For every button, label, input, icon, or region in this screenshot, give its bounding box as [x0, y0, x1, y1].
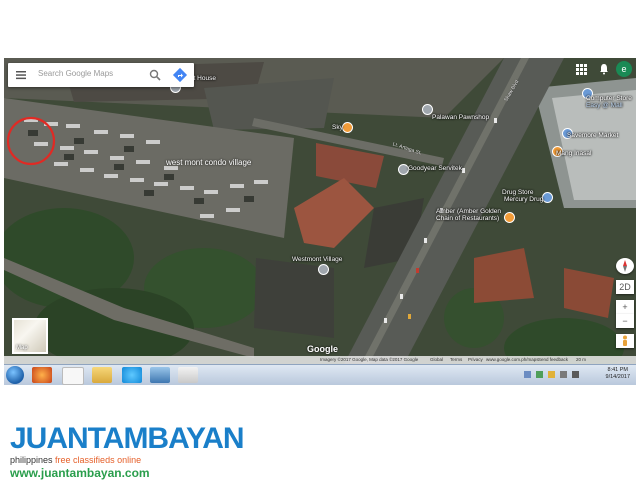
poi-label-amber-sub: Chain of Restaurants) — [436, 215, 500, 222]
tray-icon[interactable] — [524, 371, 531, 378]
area-label: west mont condo village — [166, 158, 252, 167]
poi-label-sky[interactable]: Sky — [332, 124, 343, 131]
scale-label: 20 m — [576, 357, 587, 362]
global-link[interactable]: Global — [430, 357, 443, 362]
file-explorer-icon[interactable] — [92, 367, 112, 383]
network-icon[interactable] — [560, 371, 567, 378]
menu-icon[interactable] — [14, 68, 28, 82]
tilt-2d-button[interactable]: 2D — [616, 280, 634, 294]
imagery-credit: Imagery ©2017 Google, Map data ©2017 Goo… — [320, 357, 419, 362]
firefox-icon[interactable] — [32, 367, 52, 383]
zoom-out-button[interactable]: − — [616, 314, 634, 328]
terms-link[interactable]: Terms — [450, 357, 462, 362]
clock-date: 9/14/2017 — [605, 374, 630, 380]
poi-pin[interactable] — [318, 264, 329, 275]
privacy-link[interactable]: Privacy — [468, 357, 483, 362]
poi-pin[interactable] — [342, 122, 353, 133]
satellite-map[interactable]: Print House west mont condo village Sky … — [4, 58, 636, 364]
attribution-bar: Imagery ©2017 Google, Map data ©2017 Goo… — [4, 356, 636, 364]
poi-label-savemore[interactable]: Savemore Market — [567, 132, 618, 139]
poi-label-westmont[interactable]: Westmont Village — [292, 256, 342, 263]
maps-url: www.google.com.ph/maps — [486, 357, 539, 362]
search-box[interactable]: Search Google Maps — [8, 63, 194, 87]
poi-label-mang-inasal[interactable]: Mang Inasal — [556, 150, 591, 157]
zoom-in-button[interactable]: + — [616, 300, 634, 314]
google-logo: Google — [307, 344, 338, 354]
directions-icon[interactable] — [172, 67, 188, 83]
poi-label-mercury[interactable]: Mercury Drug — [504, 196, 543, 203]
skype-icon[interactable] — [122, 367, 142, 383]
pegman-icon[interactable] — [616, 334, 634, 348]
poi-label-palawan[interactable]: Palawan Pawnshop — [432, 114, 489, 121]
volume-icon[interactable] — [572, 371, 579, 378]
start-button[interactable] — [6, 366, 24, 384]
satellite-imagery — [4, 58, 636, 364]
watermark-tag-left: philippines — [10, 455, 53, 465]
send-feedback-link[interactable]: Send feedback — [538, 357, 568, 362]
tray-icon[interactable] — [536, 371, 543, 378]
page-background — [0, 0, 640, 58]
poi-label-drug-store[interactable]: Drug Store — [502, 189, 533, 196]
poi-sublabel: Easy @ Mall — [586, 102, 623, 109]
watermark-url: www.juantambayan.com — [10, 466, 150, 480]
clock-time: 8:41 PM — [607, 367, 628, 373]
windows-taskbar: 8:41 PM 9/14/2017 — [4, 364, 636, 385]
compass-icon[interactable] — [616, 258, 634, 274]
photo-viewer-icon[interactable] — [150, 367, 170, 383]
account-avatar[interactable]: e — [616, 61, 632, 77]
watermark-tagline: philippines free classifieds online — [10, 455, 244, 465]
poi-pin[interactable] — [504, 212, 515, 223]
poi-pin[interactable] — [542, 192, 553, 203]
map-view-toggle[interactable]: Map — [12, 318, 48, 354]
search-input[interactable]: Search Google Maps — [38, 69, 113, 78]
system-clock[interactable]: 8:41 PM 9/14/2017 — [606, 367, 630, 381]
watermark-tag-right: free classifieds online — [55, 455, 142, 465]
map-toggle-label: Map — [16, 345, 28, 351]
poi-label-goodyear[interactable]: Goodyear Servitek — [408, 165, 462, 172]
poi-label-computer-store[interactable]: Computer Store — [586, 95, 632, 102]
notifications-icon[interactable] — [598, 63, 610, 75]
media-player-icon[interactable] — [62, 367, 84, 385]
poi-label-amber[interactable]: Amber (Amber Golden — [436, 208, 501, 215]
tray-icon[interactable] — [548, 371, 555, 378]
paint-icon[interactable] — [178, 367, 198, 383]
apps-grid-icon[interactable] — [576, 64, 587, 75]
watermark-brand: JUANTAMBAYAN — [10, 422, 245, 455]
search-icon[interactable] — [148, 68, 162, 82]
juantambayan-watermark: JUANTAMBAYAN philippines free classified… — [10, 422, 245, 480]
